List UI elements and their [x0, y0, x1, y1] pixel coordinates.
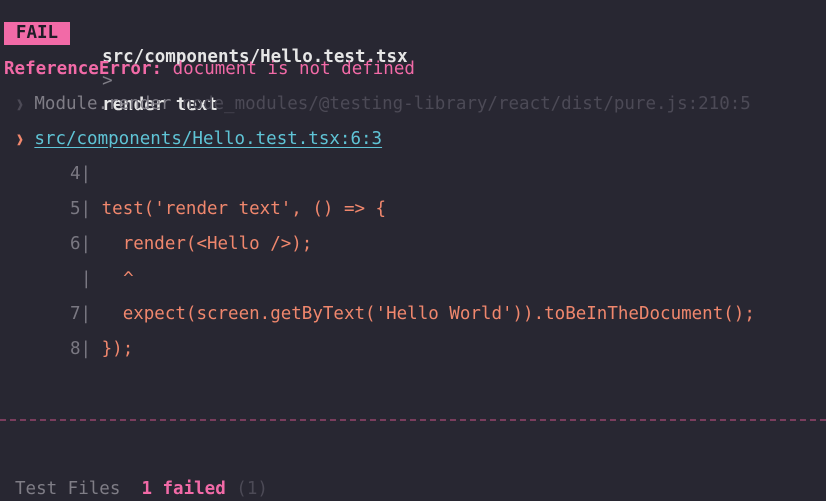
code-line: 4|: [70, 162, 91, 186]
code-text: });: [101, 339, 134, 359]
code-text: render(<Hello />);: [101, 234, 313, 254]
code-line: 6| render(<Hello />);: [70, 232, 312, 256]
line-number: |: [81, 269, 92, 289]
code-line: | ^: [81, 267, 134, 291]
stack-location: node_modules/@testing-library/react/dist…: [181, 94, 751, 114]
code-text: test('render text', () => {: [101, 199, 387, 219]
summary-label: Test Files: [15, 479, 121, 499]
stack-frame-2: ❱ src/components/Hello.test.tsx:6:3: [16, 127, 382, 151]
error-message: document is not defined: [172, 59, 415, 79]
failed-count: 1 failed: [141, 479, 226, 499]
section-divider: [0, 419, 826, 421]
chevron-right-icon: ❱: [16, 98, 24, 113]
error-line: ReferenceError: document is not defined: [4, 57, 415, 81]
line-number: 4|: [70, 164, 92, 184]
code-text: expect(screen.getByText('Hello World')).…: [101, 304, 755, 324]
line-number: 8|: [70, 339, 92, 359]
code-line: 5| test('render text', () => {: [70, 197, 386, 221]
code-line: 8| });: [70, 337, 133, 361]
test-title: src/components/Hello.test.tsx > render t…: [81, 21, 408, 115]
error-caret: ^: [102, 269, 134, 289]
stack-frame-1: ❱ Module.render node_modules/@testing-li…: [16, 92, 751, 116]
summary-line: Test Files 1 failed (1): [15, 477, 268, 501]
error-type: ReferenceError:: [4, 59, 163, 79]
code-line: 7| expect(screen.getByText('Hello World'…: [70, 302, 755, 326]
fail-badge: FAIL: [4, 22, 70, 45]
line-number: 7|: [70, 304, 92, 324]
chevron-right-icon: ❱: [16, 133, 24, 148]
line-number: 6|: [70, 234, 92, 254]
total-count: (1): [236, 479, 268, 499]
line-number: 5|: [70, 199, 92, 219]
stack-location-link[interactable]: src/components/Hello.test.tsx:6:3: [34, 129, 382, 149]
stack-function: Module.render: [34, 94, 172, 114]
